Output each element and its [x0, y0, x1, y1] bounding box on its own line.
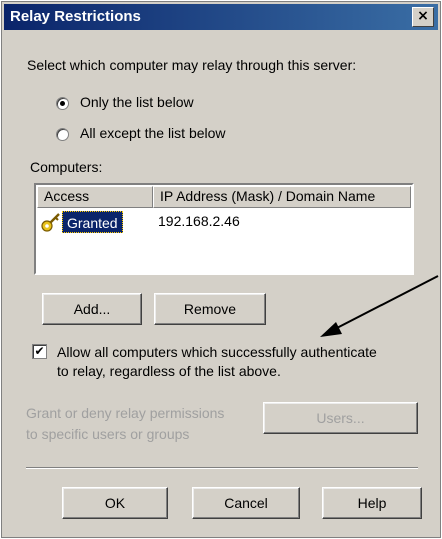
radio-selected-dot [60, 101, 65, 106]
key-icon [41, 213, 60, 232]
address-cell: 192.168.2.46 [158, 213, 240, 229]
radio-all-except-label[interactable]: All except the list below [80, 125, 226, 141]
table-row[interactable]: Granted 192.168.2.46 [38, 211, 408, 233]
allow-authenticated-checkbox[interactable]: ✔ [32, 344, 47, 359]
computers-label: Computers: [30, 159, 103, 175]
access-cell: Granted [62, 211, 123, 233]
title-bar[interactable]: Relay Restrictions × [4, 4, 438, 30]
help-button[interactable]: Help [322, 487, 422, 519]
separator [26, 467, 418, 469]
radio-only-list-button[interactable] [56, 97, 69, 110]
cancel-button[interactable]: Cancel [192, 487, 300, 519]
window-title: Relay Restrictions [10, 8, 141, 25]
allow-authenticated-label-line2[interactable]: to relay, regardless of the list above. [57, 363, 281, 379]
users-button[interactable]: Users... [263, 402, 418, 434]
checkmark-icon: ✔ [34, 344, 45, 358]
close-button[interactable]: × [412, 7, 434, 27]
ok-button[interactable]: OK [62, 487, 168, 519]
computers-list[interactable]: Access IP Address (Mask) / Domain Name G… [34, 183, 414, 275]
allow-authenticated-label-line1[interactable]: Allow all computers which successfully a… [57, 344, 377, 360]
grant-deny-text-line1: Grant or deny relay permissions [26, 405, 225, 421]
column-header-access[interactable]: Access [37, 186, 153, 208]
radio-all-except-button[interactable] [56, 128, 69, 141]
instruction-text: Select which computer may relay through … [27, 57, 357, 73]
relay-restrictions-dialog: Relay Restrictions × Select which comput… [1, 1, 441, 538]
radio-only-list-label[interactable]: Only the list below [80, 94, 194, 110]
column-header-address[interactable]: IP Address (Mask) / Domain Name [153, 186, 411, 208]
add-button[interactable]: Add... [42, 293, 142, 325]
close-icon: × [417, 8, 429, 24]
remove-button[interactable]: Remove [154, 293, 266, 325]
grant-deny-text-line2: to specific users or groups [26, 426, 190, 442]
